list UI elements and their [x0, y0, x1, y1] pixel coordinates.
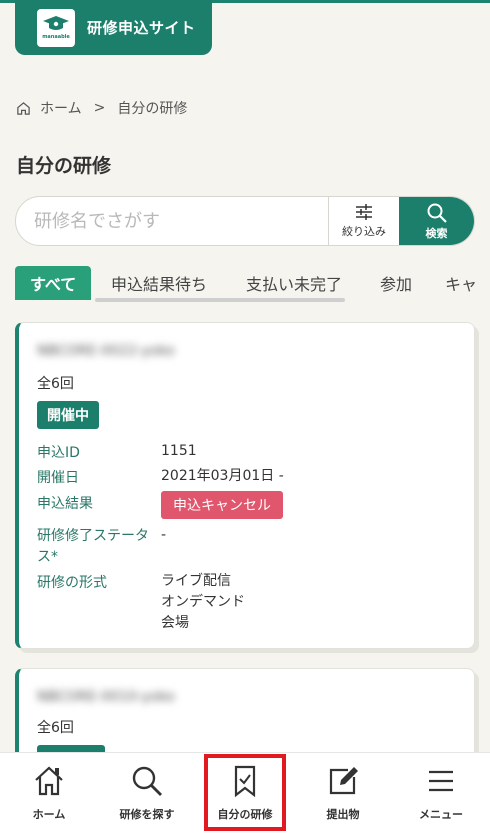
- format-item: 会場: [161, 615, 189, 631]
- status-badge: 開催中: [37, 401, 99, 429]
- completion-status-value: -: [161, 527, 167, 543]
- result-badge: 申込キャンセル: [161, 491, 283, 519]
- nav-label: メニュー: [419, 808, 463, 821]
- result-label: 申込結果: [37, 496, 93, 512]
- logo-text: manaable: [42, 33, 70, 40]
- nav-submissions[interactable]: 提出物: [294, 753, 392, 833]
- application-id-value: 1151: [161, 443, 197, 459]
- home-icon[interactable]: [16, 101, 31, 116]
- nav-my-training[interactable]: 自分の研修: [196, 753, 294, 833]
- nav-label: 自分の研修: [217, 808, 273, 821]
- nav-label: 研修を探す: [119, 808, 175, 821]
- nav-find-training[interactable]: 研修を探す: [98, 753, 196, 833]
- session-count: 全6回: [37, 376, 74, 392]
- tab-payment-incomplete[interactable]: 支払い未完了: [246, 266, 342, 299]
- tab-participating[interactable]: 参加: [380, 266, 412, 299]
- breadcrumb: ホーム > 自分の研修: [16, 98, 187, 118]
- bottom-navigation: ホーム 研修を探す 自分の研修 提出物 メニュー: [0, 752, 490, 833]
- magnifier-icon: [427, 203, 447, 223]
- logo: manaable: [37, 8, 75, 47]
- search-button-label: 検索: [425, 226, 448, 240]
- nav-home[interactable]: ホーム: [0, 753, 98, 833]
- site-header-brand[interactable]: manaable 研修申込サイト: [15, 0, 212, 55]
- format-label: 研修の形式: [37, 575, 107, 591]
- breadcrumb-separator: >: [93, 100, 106, 116]
- tab-cancelled[interactable]: キャ: [445, 266, 477, 299]
- home-icon: [35, 766, 63, 796]
- breadcrumb-home[interactable]: ホーム: [40, 98, 82, 118]
- sliders-icon: [356, 204, 372, 220]
- completion-status-label: 研修修了ステータス*: [37, 528, 149, 565]
- page-title: 自分の研修: [16, 155, 112, 177]
- graduation-cap-icon: [43, 15, 69, 30]
- search-input[interactable]: [16, 197, 328, 245]
- tab-awaiting-result[interactable]: 申込結果待ち: [111, 266, 207, 299]
- tab-all[interactable]: すべて: [15, 266, 92, 300]
- session-count: 全6回: [37, 720, 74, 736]
- format-item: オンデマンド: [161, 594, 245, 610]
- training-name: NBCORE-0022-yoko: [37, 343, 175, 359]
- nav-menu[interactable]: メニュー: [392, 753, 490, 833]
- application-id-label: 申込ID: [37, 445, 80, 461]
- date-label: 開催日: [37, 470, 79, 486]
- edit-icon: [329, 767, 358, 795]
- breadcrumb-current: 自分の研修: [117, 101, 188, 117]
- nav-label: ホーム: [32, 808, 66, 821]
- date-value: 2021年03月01日 -: [161, 468, 284, 484]
- bookmark-check-icon: [234, 765, 256, 798]
- filter-label: 絞り込み: [342, 225, 386, 238]
- menu-icon: [429, 770, 453, 792]
- nav-label: 提出物: [326, 808, 360, 821]
- training-name: NBCORE-0010-yoko: [37, 689, 175, 705]
- training-card[interactable]: NBCORE-0022-yoko 全6回 開催中 申込ID 1151 開催日 2…: [15, 322, 475, 649]
- search-icon: [132, 766, 162, 796]
- search-bar: 絞り込み 検索: [15, 196, 475, 246]
- status-tabs: すべて 申込結果待ち 支払い未完了 参加 キャ: [15, 266, 490, 302]
- search-button[interactable]: 検索: [399, 197, 474, 245]
- format-item: ライブ配信: [161, 573, 231, 589]
- filter-button[interactable]: 絞り込み: [328, 197, 399, 245]
- site-title: 研修申込サイト: [87, 19, 196, 37]
- format-list: ライブ配信 オンデマンド 会場: [161, 571, 245, 634]
